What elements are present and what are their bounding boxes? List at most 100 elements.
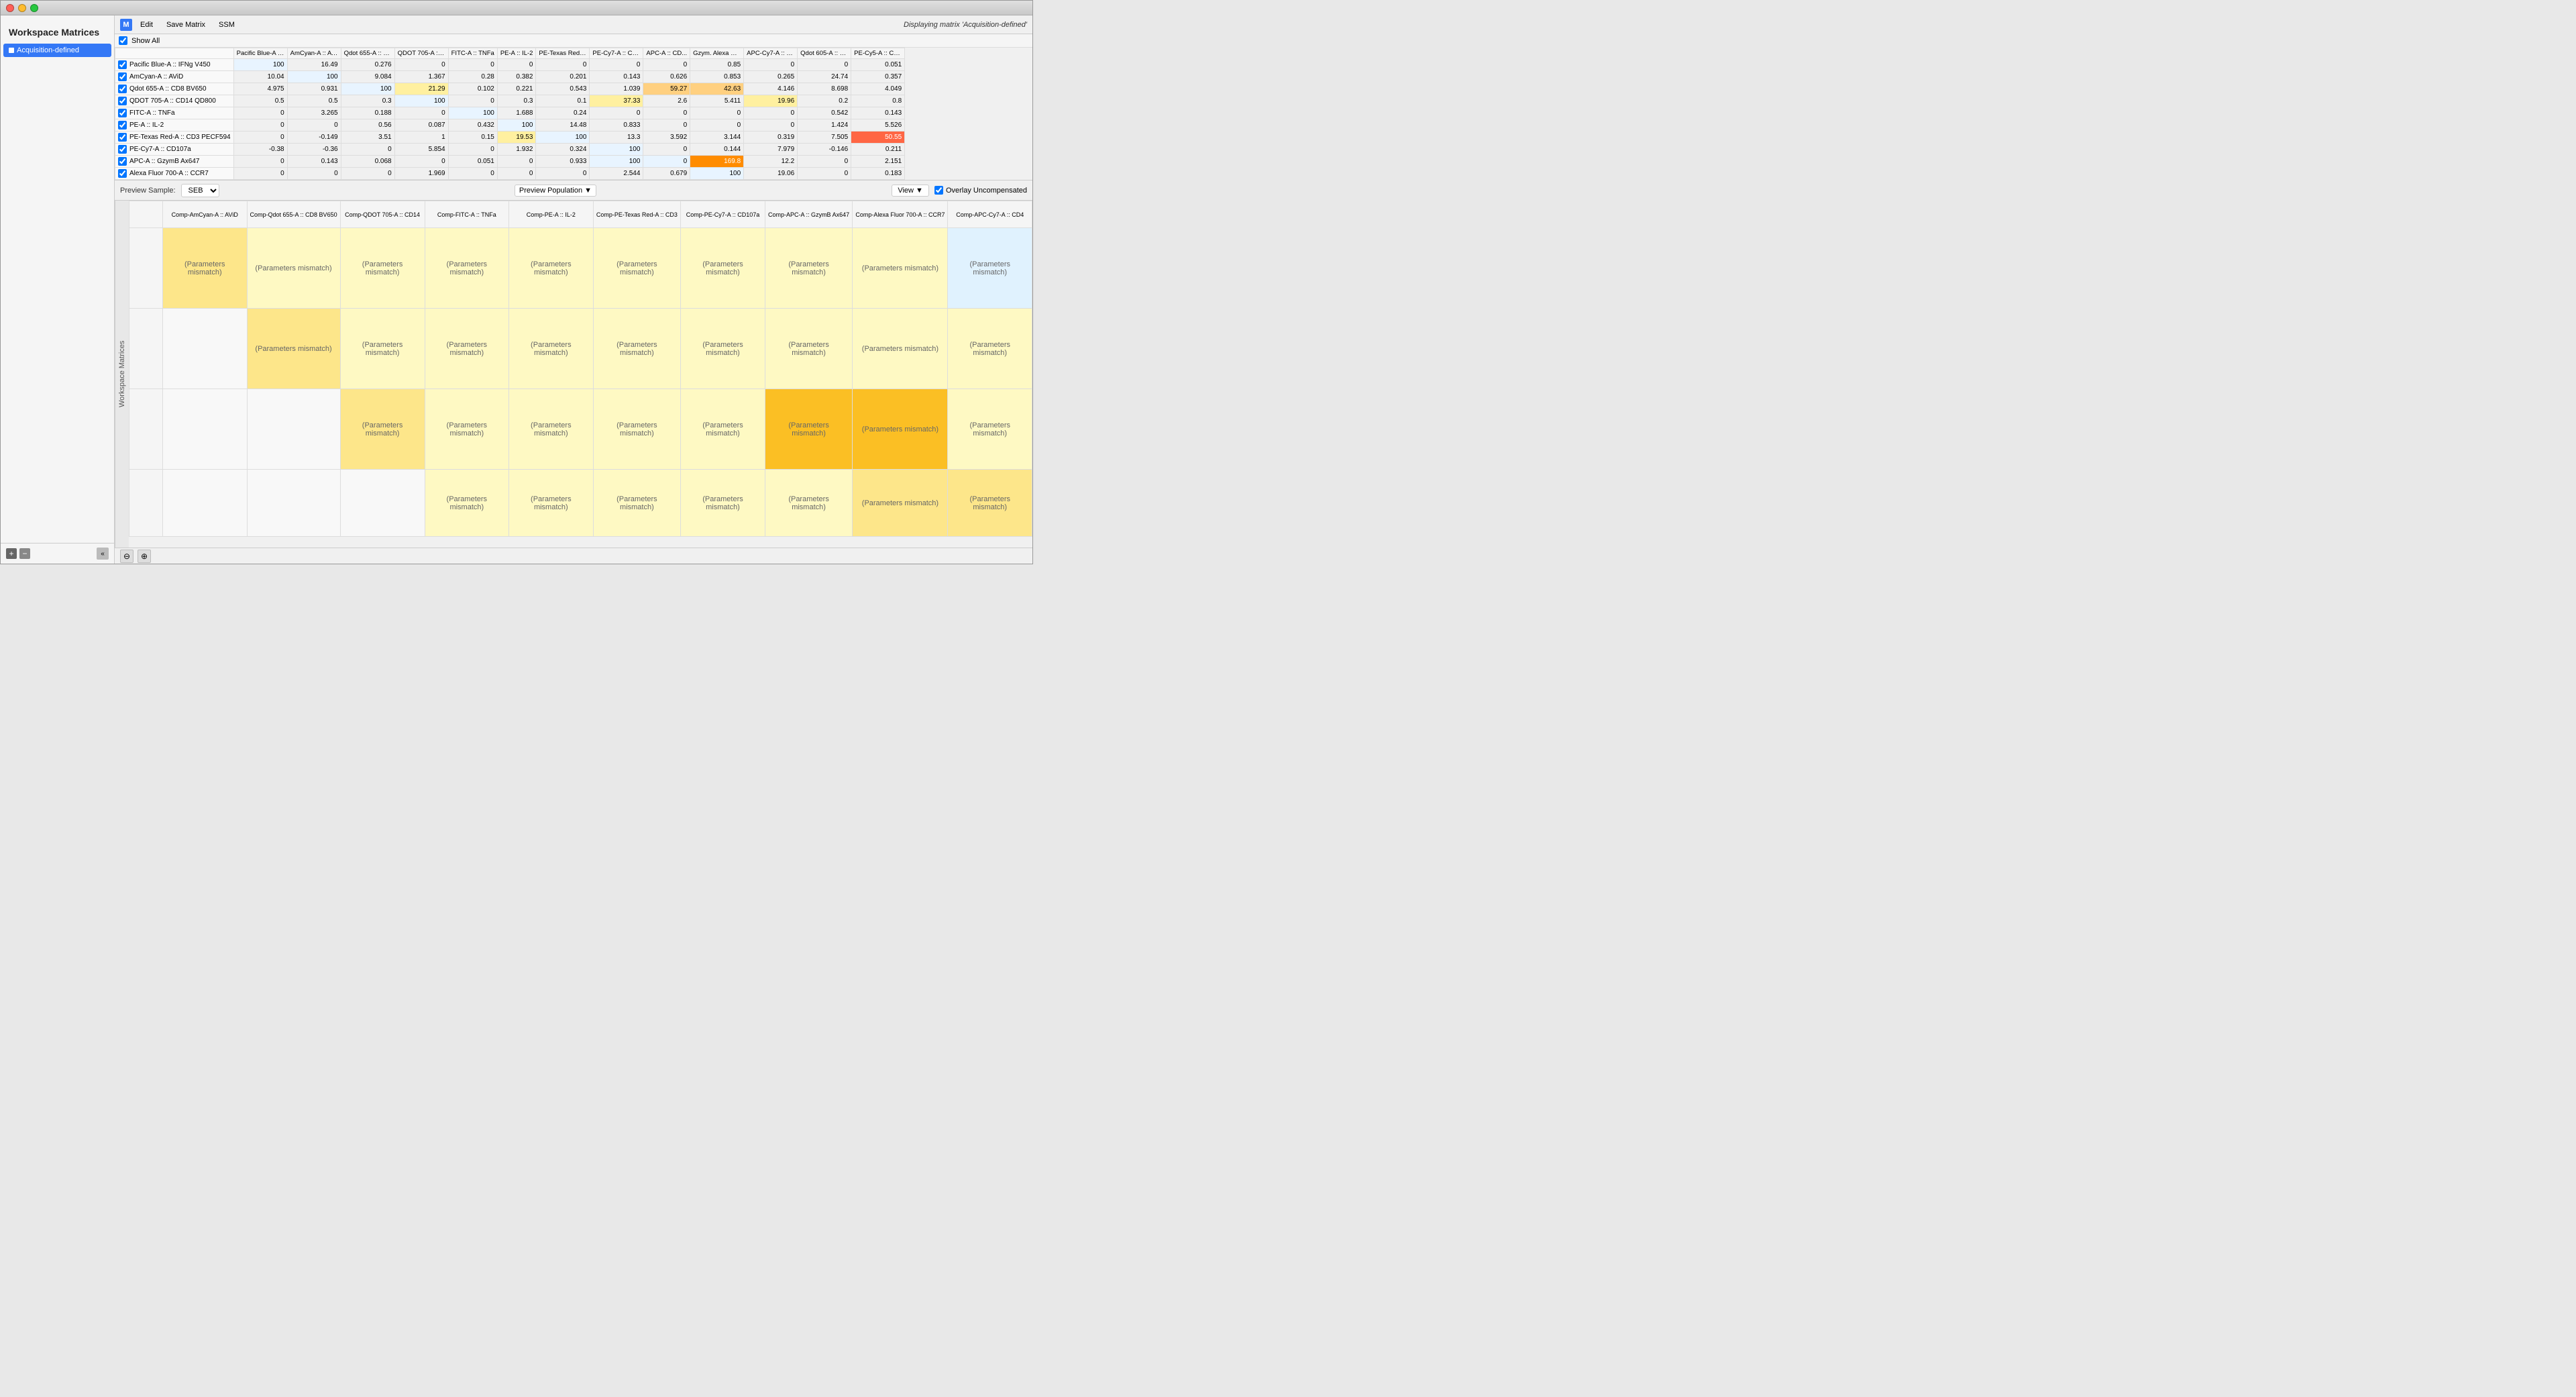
maximize-button[interactable] bbox=[30, 4, 38, 12]
cell-val: 0 bbox=[798, 59, 851, 71]
sidebar-collapse-button[interactable]: « bbox=[97, 548, 109, 560]
app-window: Workspace Matrices Acquisition-defined +… bbox=[0, 0, 1033, 564]
cell-val: 7.979 bbox=[744, 144, 798, 156]
comp-cell: (Parameters mismatch) bbox=[593, 309, 681, 389]
table-row: PE-Cy7-A :: CD107a -0.38 -0.36 0 5.854 0… bbox=[115, 144, 905, 156]
comp-cell: (Parameters mismatch) bbox=[509, 228, 594, 309]
row-header-pe-cy7: PE-Cy7-A :: CD107a bbox=[115, 144, 234, 156]
comp-cell: (Parameters mismatch) bbox=[509, 309, 594, 389]
preview-sample-select[interactable]: SEB bbox=[181, 184, 219, 197]
cell-val: 0 bbox=[233, 156, 287, 168]
table-row: QDOT 705-A :: CD14 QD800 0.5 0.5 0.3 100… bbox=[115, 95, 905, 107]
cell-val: 1.969 bbox=[394, 168, 448, 180]
cell-val: 0 bbox=[643, 107, 690, 119]
title-bar-controls bbox=[6, 4, 38, 12]
matrix-col-gzym: Gzym. Alexa Fluor 700... bbox=[690, 48, 744, 59]
sidebar-item-indicator bbox=[9, 48, 14, 53]
matrix-table-wrapper[interactable]: Pacific Blue-A :: ... AmCyan-A :: AV... … bbox=[115, 48, 1032, 180]
cell-val: 0.679 bbox=[643, 168, 690, 180]
cell-val: 1.688 bbox=[497, 107, 536, 119]
cell-val: 21.29 bbox=[394, 83, 448, 95]
row-checkbox[interactable] bbox=[118, 121, 127, 130]
comp-row-label bbox=[129, 389, 163, 470]
cell-val: 3.51 bbox=[341, 132, 394, 144]
cell-val: 0.5 bbox=[233, 95, 287, 107]
matrix-col-apc-cy7: APC-Cy7-A :: C... bbox=[744, 48, 798, 59]
view-button[interactable]: View ▼ bbox=[892, 185, 929, 197]
overlay-uncompensated-checkbox[interactable] bbox=[934, 186, 943, 195]
comp-cell-empty bbox=[163, 470, 248, 537]
matrix-bottom-controls: ⊖ ⊕ bbox=[115, 548, 1032, 564]
cell-val: 0 bbox=[233, 132, 287, 144]
cell-val: 3.265 bbox=[287, 107, 341, 119]
menu-edit[interactable]: Edit bbox=[135, 19, 158, 31]
row-checkbox[interactable] bbox=[118, 60, 127, 69]
menu-save-matrix[interactable]: Save Matrix bbox=[161, 19, 211, 31]
comp-row: (Parameters mismatch) (Parameters mismat… bbox=[129, 309, 1032, 389]
cell-val: 100 bbox=[341, 83, 394, 95]
preview-population-button[interactable]: Preview Population ▼ bbox=[515, 185, 596, 197]
matrix-col-qdot655: Qdot 655-A :: C... bbox=[341, 48, 394, 59]
close-button[interactable] bbox=[6, 4, 14, 12]
show-all-checkbox[interactable] bbox=[119, 36, 127, 45]
cell-val: 42.63 bbox=[690, 83, 744, 95]
overlay-uncompensated-label[interactable]: Overlay Uncompensated bbox=[934, 186, 1027, 195]
comp-header-fitc: Comp-FITC-A :: TNFa bbox=[425, 201, 509, 228]
cell-val: -0.38 bbox=[233, 144, 287, 156]
table-row: PE-A :: IL-2 0 0 0.56 0.087 0.432 100 14… bbox=[115, 119, 905, 132]
cell-val: 0.211 bbox=[851, 144, 905, 156]
cell-val: 100 bbox=[497, 119, 536, 132]
cell-val: 0.276 bbox=[341, 59, 394, 71]
cell-val: 2.151 bbox=[851, 156, 905, 168]
row-checkbox[interactable] bbox=[118, 109, 127, 117]
comp-cell: (Parameters mismatch) bbox=[853, 389, 948, 470]
row-checkbox[interactable] bbox=[118, 85, 127, 93]
cell-val: 0.432 bbox=[448, 119, 497, 132]
zoom-out-button[interactable]: ⊖ bbox=[120, 550, 133, 563]
cell-val: 100 bbox=[394, 95, 448, 107]
cell-val: 0.324 bbox=[536, 144, 590, 156]
comp-header-pe-cy7: Comp-PE-Cy7-A :: CD107a bbox=[681, 201, 765, 228]
row-checkbox[interactable] bbox=[118, 97, 127, 105]
cell-val: 0.144 bbox=[690, 144, 744, 156]
sidebar-item-acquisition-defined[interactable]: Acquisition-defined bbox=[3, 44, 111, 57]
comp-row-label bbox=[129, 470, 163, 537]
comp-cell: (Parameters mismatch) bbox=[247, 228, 340, 309]
preview-bar: Preview Sample: SEB Preview Population ▼… bbox=[115, 180, 1032, 201]
row-header-alexa700: Alexa Fluor 700-A :: CCR7 bbox=[115, 168, 234, 180]
matrix-col-pacific-blue: Pacific Blue-A :: ... bbox=[233, 48, 287, 59]
row-checkbox[interactable] bbox=[118, 157, 127, 166]
row-header-amcyan: AmCyan-A :: AViD bbox=[115, 71, 234, 83]
cell-val: 0.85 bbox=[690, 59, 744, 71]
cell-val: 59.27 bbox=[643, 83, 690, 95]
menu-ssm[interactable]: SSM bbox=[213, 19, 240, 31]
remove-matrix-button[interactable]: − bbox=[19, 548, 30, 559]
add-matrix-button[interactable]: + bbox=[6, 548, 17, 559]
minimize-button[interactable] bbox=[18, 4, 26, 12]
cell-val: 0 bbox=[448, 95, 497, 107]
cell-val: 0 bbox=[497, 59, 536, 71]
cell-val: 8.698 bbox=[798, 83, 851, 95]
preview-sample-label: Preview Sample: bbox=[120, 187, 176, 195]
show-all-row: Show All bbox=[115, 34, 1032, 48]
cell-val: 0 bbox=[590, 59, 643, 71]
cell-val: 7.505 bbox=[798, 132, 851, 144]
grid-wrapper[interactable]: Comp-AmCyan-A :: AViD Comp-Qdot 655-A ::… bbox=[129, 201, 1032, 548]
comp-cell: (Parameters mismatch) bbox=[948, 309, 1032, 389]
cell-val: 0 bbox=[744, 119, 798, 132]
comp-cell: (Parameters mismatch) bbox=[340, 228, 425, 309]
row-checkbox[interactable] bbox=[118, 72, 127, 81]
matrix-area: Show All Pacific Blue-A :: ... AmCyan-A … bbox=[115, 34, 1032, 564]
cell-val: 0.15 bbox=[448, 132, 497, 144]
cell-val: 0.102 bbox=[448, 83, 497, 95]
table-row: APC-A :: GzymB Ax647 0 0.143 0.068 0 0.0… bbox=[115, 156, 905, 168]
cell-val: 3.144 bbox=[690, 132, 744, 144]
cell-val: 10.04 bbox=[233, 71, 287, 83]
row-checkbox[interactable] bbox=[118, 133, 127, 142]
row-checkbox[interactable] bbox=[118, 169, 127, 178]
cell-val: 0.833 bbox=[590, 119, 643, 132]
cell-val: 1.367 bbox=[394, 71, 448, 83]
row-checkbox[interactable] bbox=[118, 145, 127, 154]
zoom-in-button[interactable]: ⊕ bbox=[138, 550, 151, 563]
cell-val: 0 bbox=[798, 156, 851, 168]
